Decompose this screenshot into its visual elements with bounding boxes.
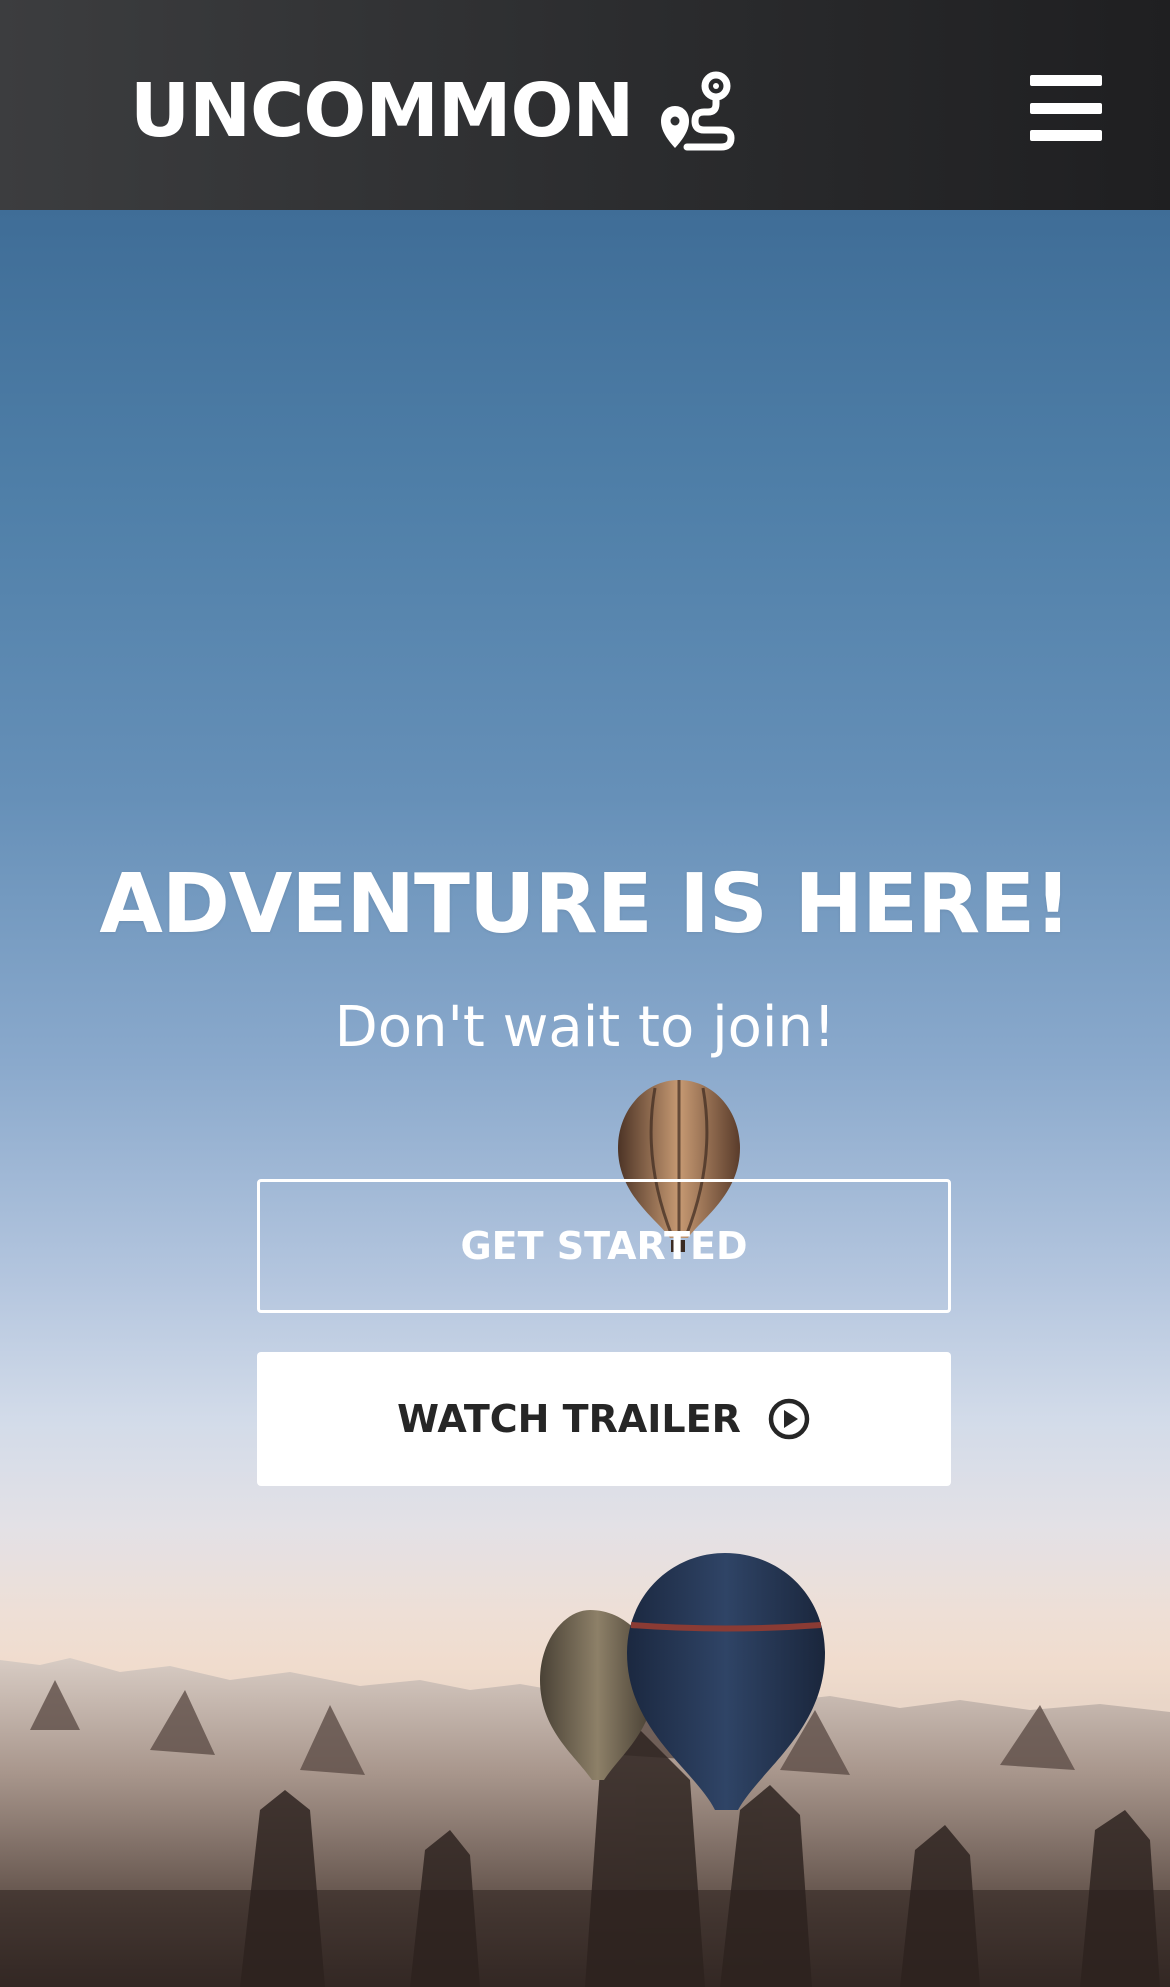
route-pin-icon (661, 71, 735, 151)
hero-headline: ADVENTURE IS HERE! (99, 857, 1071, 952)
brand-logo[interactable]: UNCOMMON (130, 66, 739, 156)
hero-section: ADVENTURE IS HERE! Don't wait to join! G… (0, 210, 1170, 1987)
get-started-label: GET STARTED (460, 1224, 748, 1268)
hero-background-image (0, 1080, 1170, 1987)
menu-bar (1030, 102, 1102, 114)
watch-trailer-button[interactable]: WATCH TRAILER (257, 1352, 951, 1486)
brand-name: UNCOMMON (130, 68, 634, 154)
menu-bar (1030, 75, 1102, 86)
get-started-button[interactable]: GET STARTED (257, 1179, 951, 1313)
hamburger-menu-icon[interactable] (1030, 75, 1102, 141)
hero-subheadline: Don't wait to join! (334, 995, 836, 1060)
play-circle-icon (768, 1398, 810, 1440)
watch-trailer-label: WATCH TRAILER (397, 1397, 741, 1441)
top-navbar: UNCOMMON (0, 0, 1170, 210)
menu-bar (1030, 130, 1102, 141)
